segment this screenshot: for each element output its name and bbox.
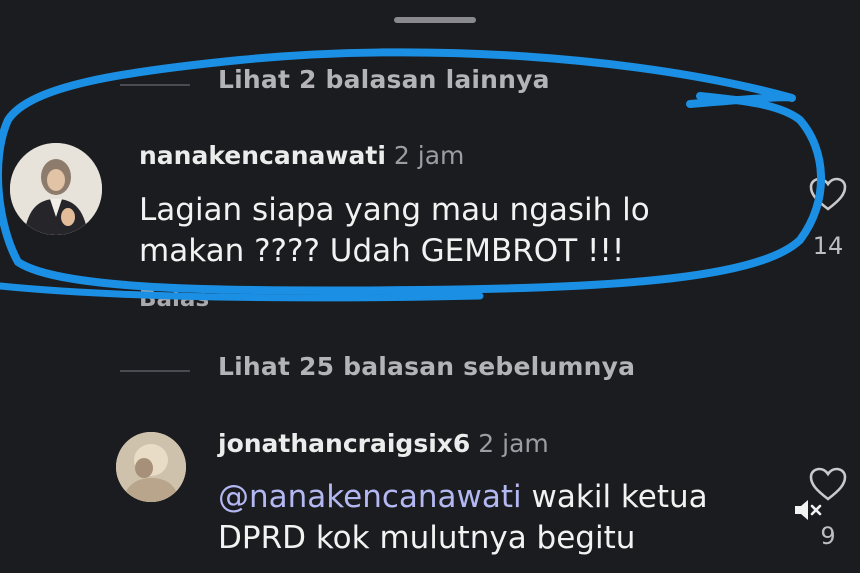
comment-text-rest: wakil ketua xyxy=(521,479,708,515)
like-count: 14 xyxy=(812,232,844,260)
username-text[interactable]: nanakencanawati xyxy=(139,141,386,170)
speaker-muted-icon[interactable] xyxy=(793,497,823,523)
comment-username[interactable]: jonathancraigsix6 2 jam xyxy=(218,429,549,458)
comment-text-line-2: DPRD kok mulutnya begitu xyxy=(218,520,636,556)
comment-time: 2 jam xyxy=(478,429,549,458)
comment-text-line-2: makan ???? Udah GEMBROT !!! xyxy=(139,233,625,269)
comment-text-line-1: @nanakencanawati wakil ketua xyxy=(218,477,708,518)
comment-username[interactable]: nanakencanawati 2 jam xyxy=(139,141,464,170)
comment-text-line-1: Lagian siapa yang mau ngasih lo xyxy=(139,192,650,228)
avatar-photo-icon xyxy=(10,143,102,235)
avatar-photo-icon xyxy=(116,432,186,502)
username-text[interactable]: jonathancraigsix6 xyxy=(218,429,470,458)
thread-line xyxy=(120,370,190,372)
reply-button[interactable]: Balas xyxy=(139,286,209,312)
view-previous-replies-link[interactable]: Lihat 25 balasan sebelumnya xyxy=(218,352,635,381)
heart-outline-icon[interactable] xyxy=(808,176,848,212)
comment-time: 2 jam xyxy=(393,141,465,170)
avatar[interactable] xyxy=(10,143,102,235)
like-count: 9 xyxy=(820,522,836,550)
mention-link[interactable]: @nanakencanawati xyxy=(218,479,522,515)
view-more-replies-link[interactable]: Lihat 2 balasan lainnya xyxy=(218,65,550,94)
thread-line xyxy=(120,84,190,86)
sheet-grab-handle[interactable] xyxy=(394,17,476,23)
avatar[interactable] xyxy=(116,432,186,502)
